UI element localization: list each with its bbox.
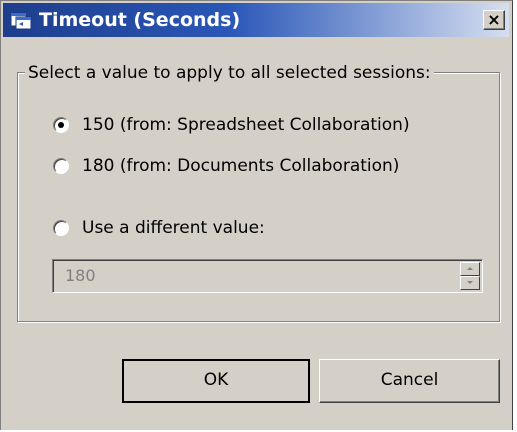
option-label: 180 (from: Documents Collaboration) [82, 156, 400, 176]
radio-button[interactable] [53, 158, 69, 174]
app-window-icon [10, 12, 32, 30]
custom-value-input[interactable] [65, 266, 425, 285]
spin-down-icon[interactable] [460, 276, 480, 290]
groupbox-legend: Select a value to apply to all selected … [25, 64, 434, 83]
option-spreadsheet-collaboration[interactable]: 150 (from: Spreadsheet Collaboration) [53, 113, 410, 137]
timeout-dialog: Timeout (Seconds) × Select a value to ap… [0, 0, 513, 430]
ok-button[interactable]: OK [122, 359, 310, 403]
title-bar[interactable]: Timeout (Seconds) × [3, 3, 509, 37]
cancel-button[interactable]: Cancel [319, 359, 500, 403]
radio-button[interactable] [53, 220, 69, 236]
dialog-title: Timeout (Seconds) [39, 9, 241, 31]
radio-button-selected[interactable] [53, 117, 69, 133]
option-label: 150 (from: Spreadsheet Collaboration) [82, 115, 410, 135]
close-icon: × [487, 10, 501, 29]
option-different-value[interactable]: Use a different value: [53, 216, 265, 240]
option-label: Use a different value: [82, 218, 265, 238]
option-documents-collaboration[interactable]: 180 (from: Documents Collaboration) [53, 154, 399, 178]
spin-up-icon[interactable] [460, 262, 480, 276]
custom-value-spinbox[interactable] [52, 259, 483, 293]
close-button[interactable]: × [483, 10, 505, 30]
